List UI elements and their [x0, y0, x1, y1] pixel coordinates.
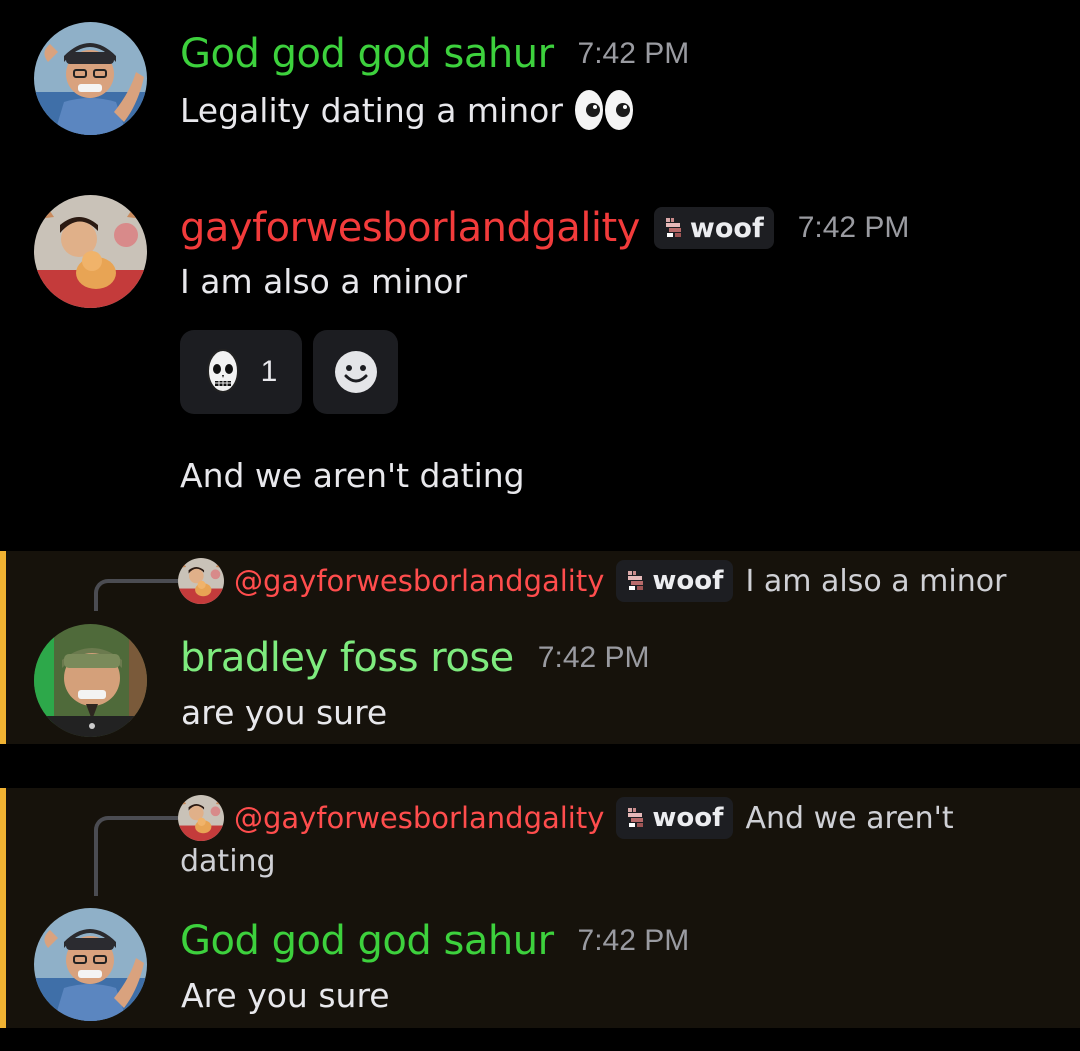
reply-mention[interactable]: @gayforwesborlandgality	[234, 801, 604, 835]
reply-mention[interactable]: @gayforwesborlandgality	[234, 564, 604, 598]
reply-spine	[94, 816, 178, 896]
timestamp: 7:42 PM	[537, 641, 650, 674]
message-content: Legality dating a minor	[180, 90, 563, 130]
reply-preview-text: And we aren't	[745, 800, 954, 836]
message-text: Are you sure	[181, 976, 390, 1015]
message-header: bradley foss rose 7:42 PM	[180, 631, 650, 685]
server-tag[interactable]: woof	[616, 560, 734, 602]
eyes-emoji	[573, 88, 635, 132]
timestamp: 7:42 PM	[797, 211, 910, 244]
username[interactable]: God god god sahur	[180, 31, 554, 77]
avatar[interactable]	[34, 624, 147, 737]
message-1: God god god sahur 7:42 PM Legality datin…	[0, 0, 1080, 180]
message-4: @gayforwesborlandgality woof And we aren…	[0, 788, 1080, 1028]
add-reaction-icon	[333, 349, 379, 395]
message-header: God god god sahur 7:42 PM	[180, 914, 689, 968]
message-header: God god god sahur 7:42 PM	[180, 28, 689, 80]
woof-tag-icon	[664, 216, 684, 240]
skull-mask-emoji	[205, 349, 241, 395]
reply-preview-text-continued: dating	[180, 844, 276, 879]
woof-tag-icon	[626, 806, 646, 830]
woof-tag-icon	[626, 569, 646, 593]
reply-preview-text: I am also a minor	[745, 563, 1007, 599]
reply-reference[interactable]: @gayforwesborlandgality woof And we aren…	[178, 795, 954, 841]
message-text: And we aren't dating	[180, 456, 525, 495]
reaction-count: 1	[260, 355, 278, 388]
avatar[interactable]	[34, 195, 147, 308]
message-2: gayforwesborlandgality woof 7:42 PM	[0, 180, 1080, 530]
tag-label: woof	[652, 566, 724, 596]
tag-label: woof	[652, 803, 724, 833]
user-avatar-image	[34, 908, 147, 1021]
message-3: @gayforwesborlandgality woof I am also a…	[0, 551, 1080, 744]
reply-avatar	[178, 558, 224, 604]
avatar[interactable]	[34, 22, 147, 135]
user-avatar-image	[34, 22, 147, 135]
user-avatar-image	[34, 195, 147, 308]
username[interactable]: gayforwesborlandgality	[180, 205, 640, 251]
add-reaction-button[interactable]	[313, 330, 398, 414]
avatar[interactable]	[34, 908, 147, 1021]
timestamp: 7:42 PM	[577, 37, 690, 70]
reply-reference[interactable]: @gayforwesborlandgality woof I am also a…	[178, 558, 1006, 604]
message-header: gayforwesborlandgality woof 7:42 PM	[180, 200, 909, 256]
message-text: are you sure	[181, 693, 388, 732]
server-tag[interactable]: woof	[653, 207, 774, 249]
reply-spine	[94, 579, 178, 611]
timestamp: 7:42 PM	[577, 924, 690, 957]
reply-avatar	[178, 795, 224, 841]
tag-label: woof	[689, 212, 764, 244]
username[interactable]: bradley foss rose	[180, 635, 514, 681]
server-tag[interactable]: woof	[616, 797, 734, 839]
user-avatar-image	[34, 624, 147, 737]
reaction-skull[interactable]: 1	[180, 330, 302, 414]
message-text: Legality dating a minor	[180, 88, 635, 132]
message-text: I am also a minor	[180, 262, 468, 301]
username[interactable]: God god god sahur	[180, 918, 554, 964]
